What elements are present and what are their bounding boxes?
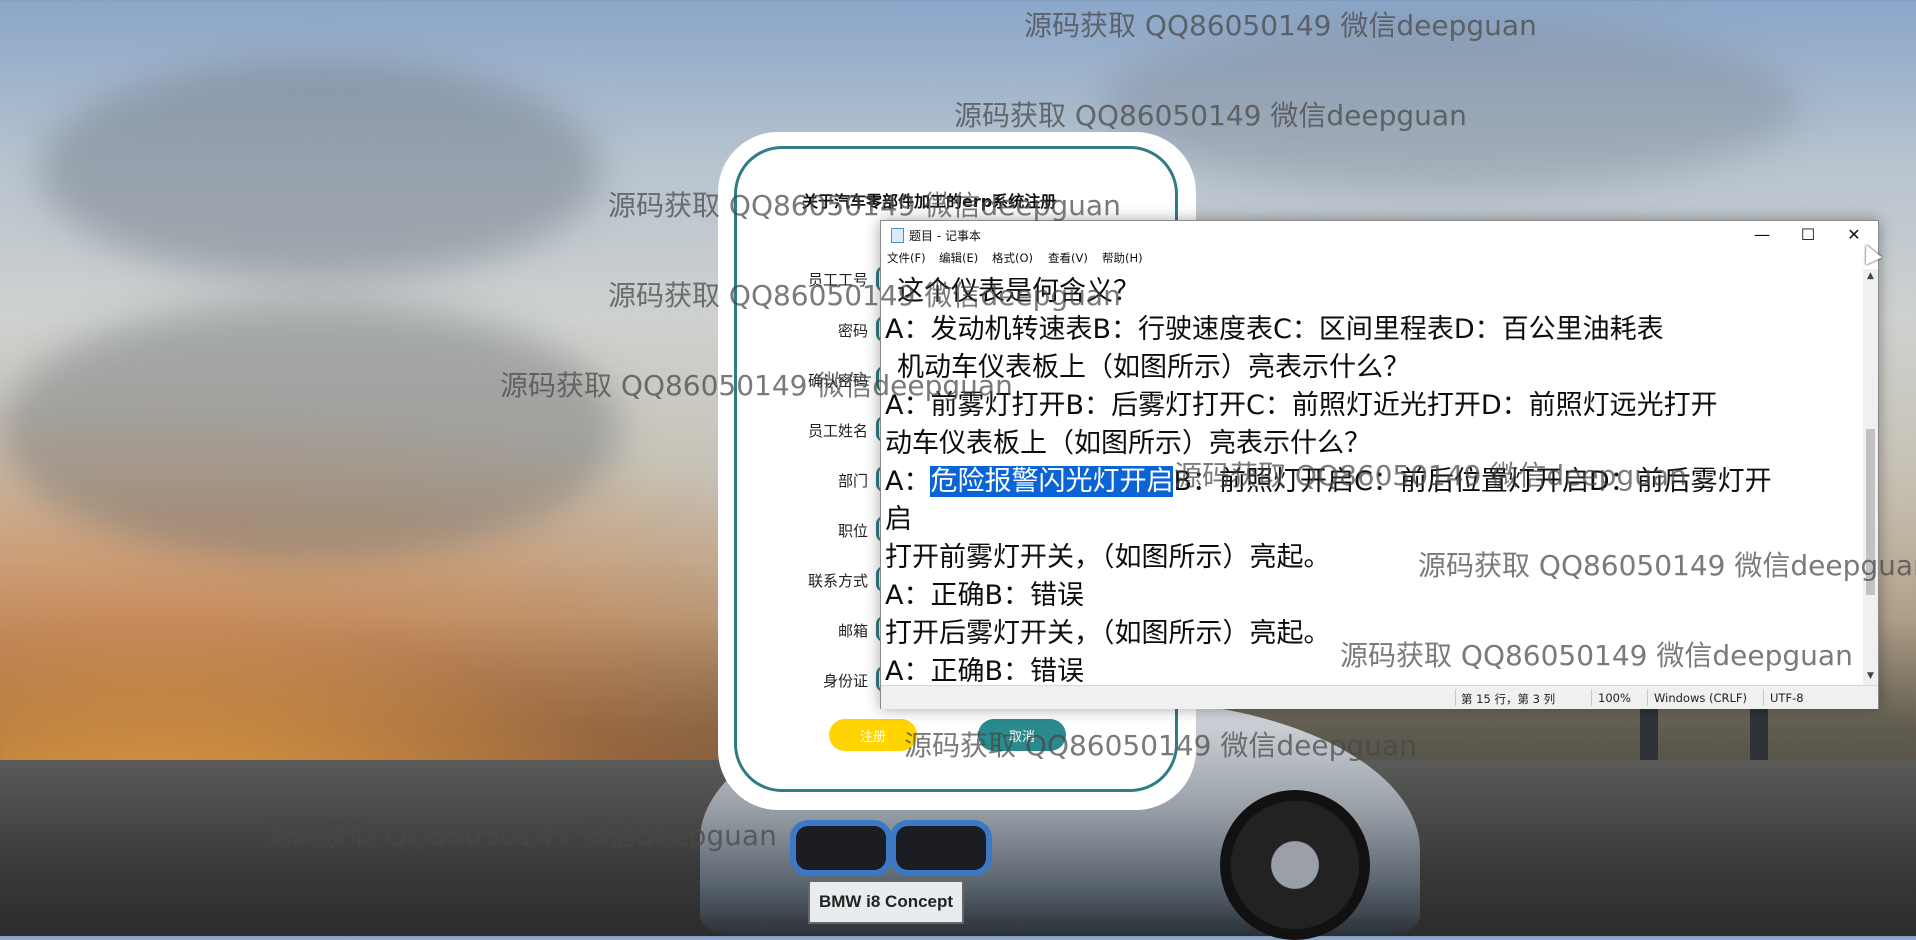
label-department: 部门 bbox=[837, 472, 868, 490]
zoom-level: 100% bbox=[1598, 691, 1631, 705]
car-grille bbox=[790, 820, 892, 876]
label-id-card: 身份证 bbox=[822, 672, 868, 690]
menu-edit[interactable]: 编辑(E) bbox=[939, 250, 978, 266]
cloud bbox=[40, 60, 600, 280]
label-email: 邮箱 bbox=[837, 622, 868, 640]
watermark: 源码获取 QQ86050149 微信deepguan bbox=[1340, 639, 1853, 672]
status-separator bbox=[1647, 689, 1648, 706]
label-employee-name: 员工姓名 bbox=[807, 422, 868, 440]
status-separator bbox=[1591, 689, 1592, 706]
status-separator bbox=[1763, 689, 1764, 706]
selected-text[interactable]: 危险报警闪光灯开启 bbox=[930, 466, 1174, 497]
watermark: 源码获取 QQ86050149 微信deepguan bbox=[1024, 9, 1537, 42]
watermark: 源码获取 QQ86050149 微信deepguan bbox=[500, 369, 1013, 402]
minimize-icon[interactable]: — bbox=[1739, 221, 1785, 247]
text-line: 启 bbox=[885, 504, 912, 535]
menu-help[interactable]: 帮助(H) bbox=[1102, 250, 1143, 266]
cloud bbox=[0, 300, 620, 560]
text-line: A：正确B：错误 bbox=[885, 656, 1084, 687]
notepad-title: 题目 - 记事本 bbox=[909, 229, 981, 243]
watermark: 源码获取 QQ86050149 微信deepguan bbox=[954, 99, 1467, 132]
watermark: 源码获取 QQ86050149 微信deepguan bbox=[1418, 549, 1916, 582]
text-segment: A： bbox=[885, 466, 931, 497]
label-contact: 联系方式 bbox=[807, 572, 868, 590]
maximize-icon[interactable]: ☐ bbox=[1785, 221, 1831, 247]
vertical-scrollbar[interactable]: ▲ ▼ bbox=[1863, 269, 1878, 685]
text-line: A：正确B：错误 bbox=[885, 580, 1084, 611]
notepad-icon bbox=[891, 228, 904, 243]
label-password: 密码 bbox=[837, 322, 868, 340]
menu-format[interactable]: 格式(O) bbox=[992, 250, 1033, 266]
text-line: 打开前雾灯开关，（如图所示）亮起。 bbox=[885, 542, 1331, 573]
status-bar: 第 15 行，第 3 列 100% Windows (CRLF) UTF-8 bbox=[881, 685, 1878, 709]
scroll-up-icon[interactable]: ▲ bbox=[1863, 271, 1878, 281]
watermark: 源码获取 QQ86050149 微信deepguan bbox=[1174, 459, 1687, 492]
menu-view[interactable]: 查看(V) bbox=[1048, 250, 1088, 266]
text-line: 打开后雾灯开关，（如图所示）亮起。 bbox=[885, 618, 1331, 649]
menu-file[interactable]: 文件(F) bbox=[887, 250, 926, 266]
notepad-titlebar[interactable]: 题目 - 记事本 — ☐ ✕ bbox=[881, 221, 1878, 247]
watermark: 源码获取 QQ86050149 微信deepguan bbox=[904, 729, 1417, 762]
cursor-position: 第 15 行，第 3 列 bbox=[1461, 692, 1556, 706]
menu-bar: 文件(F) 编辑(E) 格式(O) 查看(V) 帮助(H) bbox=[881, 247, 1878, 267]
watermark: 源码获取 QQ86050149 微信deepguan bbox=[608, 279, 1121, 312]
status-separator bbox=[1455, 689, 1456, 706]
watermark: 源码获取 QQ86050149 微信deepguan bbox=[608, 189, 1121, 222]
text-area[interactable]: 这个仪表是何含义？ A：发动机转速表B：行驶速度表C：区间里程表D：百公里油耗表… bbox=[885, 269, 1864, 907]
encoding: UTF-8 bbox=[1770, 691, 1804, 705]
line-ending: Windows (CRLF) bbox=[1654, 691, 1748, 705]
watermark: 源码获取 QQ86050149 微信deepguan bbox=[264, 819, 777, 852]
scroll-down-icon[interactable]: ▼ bbox=[1863, 671, 1878, 681]
label-position: 职位 bbox=[837, 522, 868, 540]
